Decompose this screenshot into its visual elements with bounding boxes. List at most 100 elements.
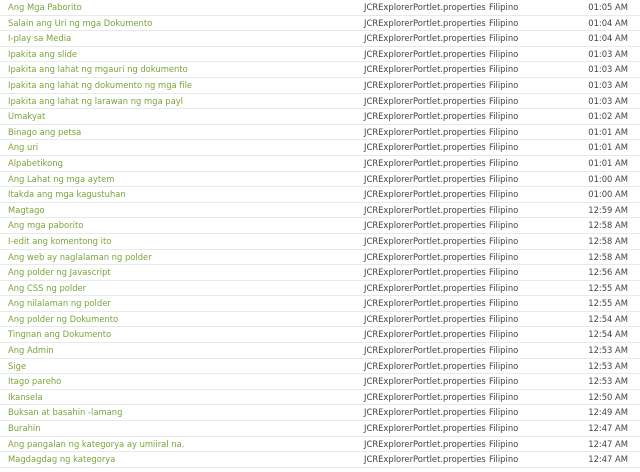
properties-file-name: JCRExplorerPortlet.properties — [364, 376, 486, 387]
language-name: Filipino — [489, 251, 519, 262]
translation-message-link[interactable]: Ang Mga Paborito — [8, 0, 82, 15]
language-name: Filipino — [489, 282, 519, 293]
timestamp: 01:04 AM — [588, 33, 628, 44]
table-row: Itago pareho JCRExplorerPortlet.propertie… — [0, 374, 640, 390]
table-row: Ipakita ang slide JCRExplorerPortlet.prop… — [0, 47, 640, 63]
table-row: Ang Mga Paborito JCRExplorerPortlet.prope… — [0, 0, 640, 16]
properties-file-name: JCRExplorerPortlet.properties — [364, 17, 486, 28]
timestamp: 01:05 AM — [588, 2, 628, 12]
timestamp: 01:04 AM — [588, 17, 628, 28]
translation-message-link[interactable]: Ang CSS ng polder — [8, 281, 86, 296]
language-name: Filipino — [489, 407, 519, 418]
translation-message-link[interactable]: Ikansela — [8, 390, 43, 405]
timestamp: 12:50 AM — [588, 391, 628, 402]
language-name: Filipino — [489, 313, 519, 324]
table-row: Ang Admin JCRExplorerPortlet.properties Fi… — [0, 343, 640, 359]
translation-message-link[interactable]: Ang web ay naglalaman ng polder — [8, 250, 152, 265]
properties-file-name: JCRExplorerPortlet.properties — [364, 2, 486, 12]
properties-file-name: JCRExplorerPortlet.properties — [364, 423, 486, 434]
properties-file-name: JCRExplorerPortlet.properties — [364, 189, 486, 200]
translation-message-link[interactable]: Ang polder ng Dokumento — [8, 312, 118, 327]
properties-file-name: JCRExplorerPortlet.properties — [364, 204, 486, 215]
table-row: Ipakita ang lahat ng dokumento ng mga fi… — [0, 78, 640, 94]
translation-message-link[interactable]: Itakda ang mga kagustuhan — [8, 187, 126, 202]
translation-message-link[interactable]: Buksan at basahin -lamang — [8, 405, 122, 420]
language-name: Filipino — [489, 204, 519, 215]
translation-message-link[interactable]: Ang nilalaman ng polder — [8, 296, 111, 311]
language-name: Filipino — [489, 173, 519, 184]
timestamp: 01:02 AM — [588, 111, 628, 122]
language-name: Filipino — [489, 111, 519, 122]
properties-file-name: JCRExplorerPortlet.properties — [364, 111, 486, 122]
timestamp: 12:56 AM — [588, 267, 628, 278]
translation-message-link[interactable]: Tingnan ang Dokumento — [8, 327, 111, 342]
language-name: Filipino — [489, 220, 519, 231]
language-name: Filipino — [489, 157, 519, 168]
translation-message-link[interactable]: I-edit ang komentong ito — [8, 234, 111, 249]
translation-message-link[interactable]: Ang pangalan ng kategorya ay umiiral na. — [8, 437, 184, 452]
translation-message-link[interactable]: Burahin — [8, 421, 41, 436]
translation-message-link[interactable]: Ang uri — [8, 140, 38, 155]
translation-message-link[interactable]: Alpabetikong — [8, 156, 63, 171]
language-name: Filipino — [489, 126, 519, 137]
translation-message-link[interactable]: Magtago — [8, 203, 45, 218]
timestamp: 12:58 AM — [588, 251, 628, 262]
table-row: I-play sa Media JCRExplorerPortlet.proper… — [0, 31, 640, 47]
translation-message-link[interactable]: Salain ang Uri ng mga Dokumento — [8, 16, 152, 31]
translation-message-link[interactable]: Itago pareho — [8, 374, 61, 389]
timestamp: 12:59 AM — [588, 204, 628, 215]
timestamp: 01:01 AM — [588, 157, 628, 168]
table-row: Ang polder ng Dokumento JCRExplorerPortle… — [0, 312, 640, 328]
translation-message-link[interactable]: Sige — [8, 359, 26, 374]
properties-file-name: JCRExplorerPortlet.properties — [364, 282, 486, 293]
language-name: Filipino — [489, 33, 519, 44]
language-name: Filipino — [489, 376, 519, 387]
language-name: Filipino — [489, 345, 519, 356]
language-name: Filipino — [489, 423, 519, 434]
language-name: Filipino — [489, 267, 519, 278]
table-row: Itakda ang mga kagustuhan JCRExplorerPort… — [0, 187, 640, 203]
translation-message-link[interactable]: Ipakita ang lahat ng dokumento ng mga fi… — [8, 78, 192, 93]
properties-file-name: JCRExplorerPortlet.properties — [364, 391, 486, 402]
translation-message-link[interactable]: Magdagdag ng kategorya — [8, 452, 115, 467]
translation-message-link[interactable]: Ang Lahat ng mga aytem — [8, 172, 114, 187]
properties-file-name: JCRExplorerPortlet.properties — [364, 313, 486, 324]
timestamp: 12:55 AM — [588, 298, 628, 309]
language-name: Filipino — [489, 391, 519, 402]
timestamp: 01:03 AM — [588, 48, 628, 59]
language-name: Filipino — [489, 298, 519, 309]
language-name: Filipino — [489, 95, 519, 106]
translation-message-link[interactable]: Ang Admin — [8, 343, 54, 358]
properties-file-name: JCRExplorerPortlet.properties — [364, 454, 486, 465]
properties-file-name: JCRExplorerPortlet.properties — [364, 95, 486, 106]
timestamp: 01:01 AM — [588, 126, 628, 137]
timestamp: 01:03 AM — [588, 64, 628, 75]
timestamp: 01:00 AM — [588, 189, 628, 200]
translation-message-link[interactable]: Ang mga paborito — [8, 218, 83, 233]
timestamp: 01:03 AM — [588, 79, 628, 90]
table-row: Ang uri JCRExplorerPortlet.properties Fili… — [0, 140, 640, 156]
translation-activity-table: Ang Mga Paborito JCRExplorerPortlet.prope… — [0, 0, 640, 468]
translation-message-link[interactable]: Binago ang petsa — [8, 125, 81, 140]
translation-message-link[interactable]: Ang polder ng Javascript — [8, 265, 111, 280]
translation-message-link[interactable]: Ipakita ang slide — [8, 47, 77, 62]
table-row: Ang Lahat ng mga aytem JCRExplorerPortlet… — [0, 172, 640, 188]
table-row: Ang polder ng Javascript JCRExplorerPortl… — [0, 265, 640, 281]
language-name: Filipino — [489, 360, 519, 371]
translation-message-link[interactable]: Ipakita ang lahat ng larawan ng mga payl — [8, 94, 183, 109]
translation-message-link[interactable]: Umakyat — [8, 109, 45, 124]
table-row: Ang mga paborito JCRExplorerPortlet.prope… — [0, 218, 640, 234]
properties-file-name: JCRExplorerPortlet.properties — [364, 345, 486, 356]
language-name: Filipino — [489, 64, 519, 75]
translation-message-link[interactable]: Ipakita ang lahat ng mgauri ng dokumento — [8, 62, 188, 77]
timestamp: 12:54 AM — [588, 329, 628, 340]
language-name: Filipino — [489, 438, 519, 449]
table-row: Ipakita ang lahat ng larawan ng mga payl… — [0, 94, 640, 110]
translation-message-link[interactable]: I-play sa Media — [8, 31, 71, 46]
table-row: Buksan at basahin -lamang JCRExplorerPort… — [0, 405, 640, 422]
properties-file-name: JCRExplorerPortlet.properties — [364, 157, 486, 168]
table-row: Burahin JCRExplorerPortlet.properties Fili… — [0, 421, 640, 437]
properties-file-name: JCRExplorerPortlet.properties — [364, 235, 486, 246]
table-row: Ang pangalan ng kategorya ay umiiral na.… — [0, 437, 640, 453]
table-row: Ang web ay naglalaman ng polder JCRExplor… — [0, 250, 640, 266]
